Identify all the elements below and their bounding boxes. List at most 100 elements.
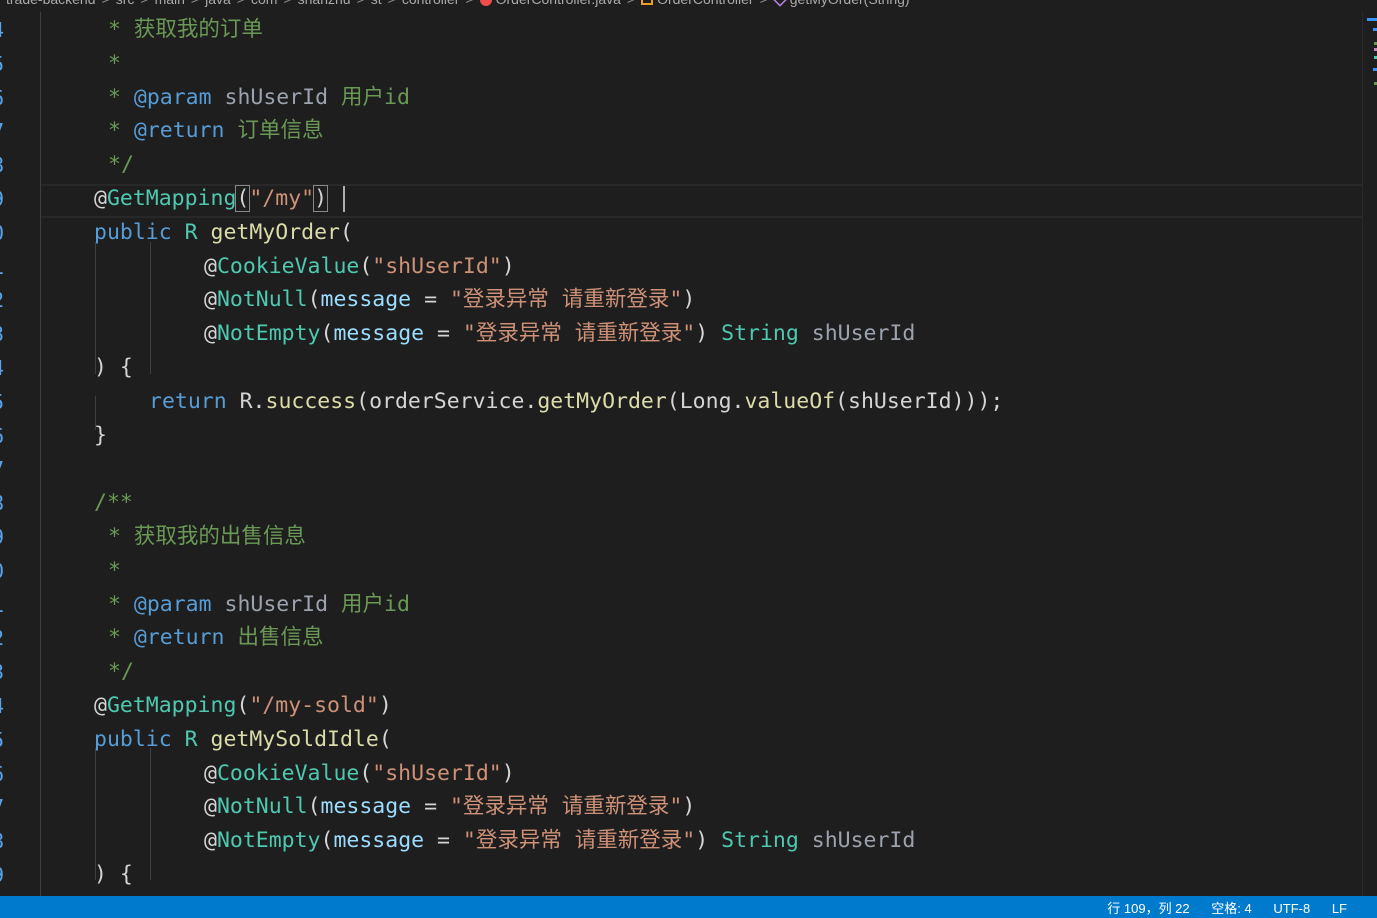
breadcrumb-item[interactable]: java	[205, 0, 231, 7]
code-token: message	[333, 828, 425, 854]
status-eol[interactable]: LF	[1332, 901, 1347, 916]
java-file-icon	[479, 0, 492, 7]
line-number: 4	[0, 351, 12, 385]
line-number: 9	[0, 858, 12, 892]
breadcrumb-item[interactable]: OrderController	[657, 0, 753, 7]
code-token: CookieValue	[216, 253, 360, 279]
code-line[interactable]: @NotEmpty(message = "登录异常 请重新登录") String…	[204, 317, 915, 351]
line-number: 4	[0, 13, 12, 47]
code-area[interactable]: * 获取我的订单 * * @param shUserId 用户id * @return…	[40, 12, 1363, 896]
code-line[interactable]: return R.success(orderService.getMyOrder…	[149, 385, 1003, 419]
code-line[interactable]: *	[108, 47, 121, 81]
breadcrumb-item[interactable]: controller	[402, 0, 460, 7]
code-line[interactable]: * @param shUserId 用户id	[108, 588, 410, 622]
code-token: "shUserId"	[372, 253, 502, 279]
line-number: 2	[0, 283, 12, 317]
code-line[interactable]: }	[94, 419, 107, 453]
code-token: @param	[133, 591, 212, 617]
code-line[interactable]: */	[108, 655, 134, 689]
code-token: @	[204, 794, 217, 820]
code-token: NotNull	[216, 794, 308, 820]
code-token: success	[265, 388, 357, 414]
code-line[interactable]: * 获取我的出售信息	[108, 520, 306, 554]
breadcrumb-item[interactable]: OrderController.java	[496, 0, 621, 7]
code-line[interactable]: @NotNull(message = "登录异常 请重新登录")	[204, 283, 695, 317]
status-line-col[interactable]: 行 109，列 22	[1107, 901, 1189, 916]
code-token: message	[320, 794, 412, 820]
code-token: GetMapping	[106, 693, 237, 718]
code-token: *	[108, 557, 121, 583]
code-line[interactable]: * @return 订单信息	[108, 114, 323, 148]
breadcrumb-item[interactable]: main	[155, 0, 185, 7]
scrollbar[interactable]	[1362, 12, 1377, 896]
breadcrumb-separator: >	[760, 0, 768, 7]
breadcrumb-separator: >	[283, 0, 291, 7]
code-line[interactable]: public R getMySoldIdle(	[94, 723, 392, 757]
code-token: )	[695, 321, 722, 347]
code-token: shUserId	[211, 84, 329, 110]
code-token: R.	[226, 388, 266, 414]
code-token: * 获取我的订单	[108, 17, 263, 42]
code-line[interactable]: ) {	[94, 351, 133, 385]
line-number: 9	[0, 182, 12, 216]
line-number: 5	[0, 723, 12, 757]
line-number: 5	[0, 47, 12, 81]
code-line[interactable]: */	[108, 148, 134, 182]
code-line[interactable]: ) {	[94, 858, 133, 892]
status-indent[interactable]: 空格: 4	[1211, 901, 1251, 916]
code-token: /**	[94, 490, 133, 516]
code-editor[interactable]: 45678901234567890123456789 * 获取我的订单** @p…	[0, 12, 1377, 896]
class-icon	[641, 0, 654, 6]
code-line[interactable]: *	[108, 554, 121, 588]
code-line[interactable]: * @param shUserId 用户id	[108, 81, 410, 115]
code-token: @	[204, 287, 217, 313]
code-line[interactable]: @CookieValue("shUserId")	[204, 757, 515, 791]
status-encoding[interactable]: UTF-8	[1273, 901, 1310, 916]
code-token: valueOf	[744, 388, 836, 414]
code-token: 用户id	[328, 84, 410, 110]
code-line[interactable]: @CookieValue("shUserId")	[204, 250, 515, 284]
code-token: NotEmpty	[216, 828, 321, 854]
breadcrumb-item[interactable]: com	[251, 0, 277, 7]
breadcrumb-separator: >	[102, 0, 110, 7]
line-number: 7	[0, 790, 12, 824]
code-line[interactable]: @GetMapping("/my")	[94, 182, 329, 216]
line-number: 1	[0, 588, 12, 622]
code-token: */	[108, 659, 134, 685]
code-token: )	[501, 760, 515, 786]
code-token: * 获取我的出售信息	[108, 524, 306, 549]
code-line[interactable]: /**	[94, 486, 133, 520]
code-line[interactable]: @NotNull(message = "登录异常 请重新登录")	[204, 790, 695, 824]
line-number: 8	[0, 148, 12, 182]
code-token: (Long.	[666, 388, 745, 414]
code-line[interactable]: @NotEmpty(message = "登录异常 请重新登录") String…	[204, 824, 915, 858]
breadcrumb-item[interactable]: trade-backend	[6, 0, 96, 7]
code-line[interactable]: * @return 出售信息	[108, 621, 323, 655]
breadcrumb-separator: >	[140, 0, 148, 7]
code-token: @return	[133, 625, 225, 651]
code-token: (shUserId)));	[835, 388, 1004, 414]
code-token: @	[204, 760, 217, 786]
code-token: =	[424, 321, 463, 347]
breadcrumb-item[interactable]: st	[371, 0, 382, 7]
code-token: (	[359, 760, 373, 786]
code-token: )	[682, 794, 696, 820]
code-token: "登录异常 请重新登录"	[449, 794, 683, 820]
code-line[interactable]: public R getMyOrder(	[94, 216, 353, 250]
breadcrumb-item[interactable]: shanzhu	[298, 0, 351, 7]
line-number: 4	[0, 689, 12, 723]
breadcrumb-separator: >	[191, 0, 199, 7]
line-number: 6	[0, 757, 12, 791]
line-number: 0	[0, 554, 12, 588]
breadcrumb-item[interactable]: getMyOrder(String)	[790, 0, 910, 7]
text-cursor	[343, 186, 345, 212]
code-token: @	[204, 828, 217, 854]
code-token: (orderService.	[356, 388, 538, 414]
code-line[interactable]: @GetMapping("/my-sold")	[94, 689, 392, 723]
code-token: (	[307, 794, 321, 820]
code-token: getMyOrder	[537, 388, 667, 414]
breadcrumb-separator: >	[465, 0, 473, 7]
code-token: (	[339, 219, 353, 245]
code-line[interactable]: * 获取我的订单	[108, 13, 263, 47]
breadcrumb-item[interactable]: src	[116, 0, 135, 7]
